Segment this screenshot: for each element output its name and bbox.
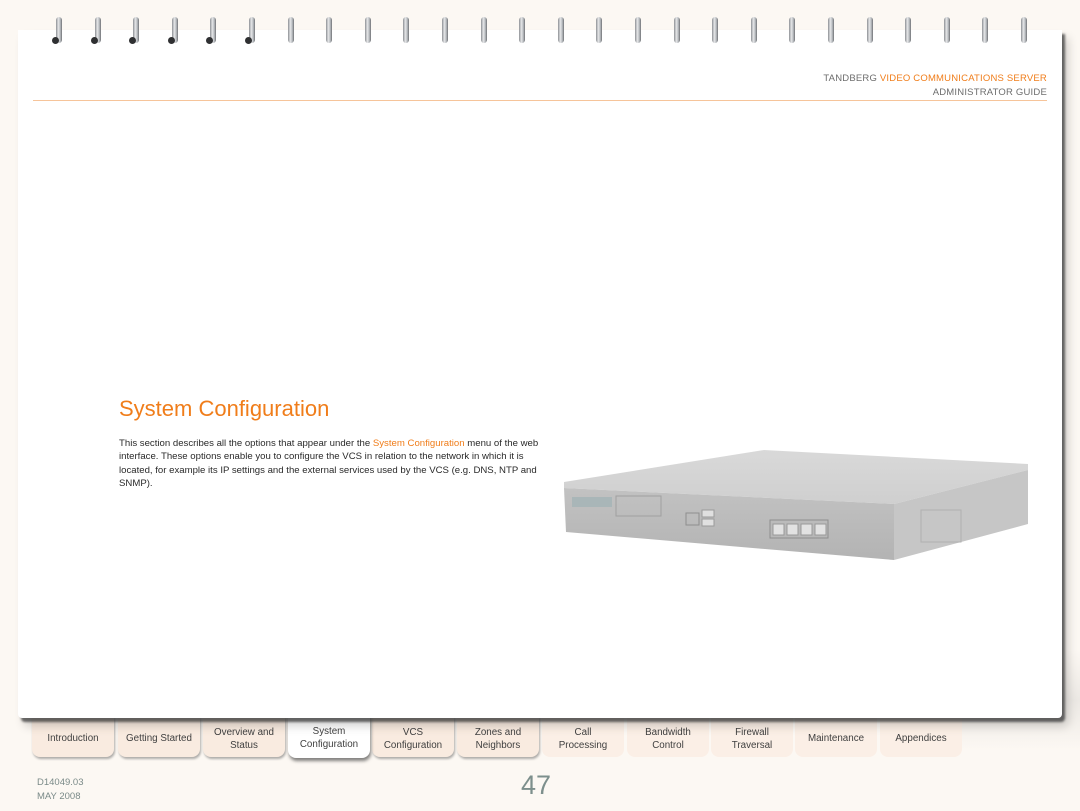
document-header: TANDBERG VIDEO COMMUNICATIONS SERVER ADM… [823, 72, 1047, 100]
spiral-ring [634, 17, 642, 45]
spiral-ring [245, 17, 256, 45]
spiral-ring [287, 17, 295, 45]
ring-loop [403, 17, 410, 43]
ring-loop [866, 17, 873, 43]
ring-loop [557, 17, 564, 43]
ring-hole [52, 37, 59, 44]
vcs-appliance-image [564, 450, 1028, 560]
ring-loop [673, 17, 680, 43]
tab-overview-and-status[interactable]: Overview and Status [203, 716, 285, 757]
lan-port [772, 523, 785, 536]
tab-label: Bandwidth Control [645, 726, 691, 751]
lan-port [786, 523, 799, 536]
spiral-ring [673, 17, 681, 45]
tab-label: Maintenance [807, 733, 865, 744]
spiral-ring [788, 17, 796, 45]
usb-port-1 [701, 509, 715, 518]
document-info: D14049.03 MAY 2008 [37, 776, 83, 804]
tab-label: Firewall Traversal [731, 726, 773, 751]
usb-port-2 [701, 518, 715, 527]
ring-hole [90, 37, 98, 44]
product-name: VIDEO COMMUNICATIONS SERVER [879, 73, 1047, 84]
lan-port [814, 523, 827, 536]
ring-loop [943, 17, 950, 43]
ring-loop [712, 17, 719, 43]
header-divider [33, 100, 1047, 101]
page-sheet [18, 30, 1062, 718]
tab-label: Zones and Neighbors [474, 726, 522, 751]
spiral-ring [325, 17, 333, 45]
tab-getting-started[interactable]: Getting Started [118, 716, 200, 757]
spiral-ring [904, 17, 912, 45]
spiral-ring [167, 17, 179, 45]
manual-page: TANDBERG VIDEO COMMUNICATIONS SERVER ADM… [0, 0, 1080, 811]
tab-introduction[interactable]: Introduction [32, 716, 114, 757]
ring-loop [1021, 17, 1027, 43]
spiral-ring [1020, 17, 1028, 45]
tab-label: Getting Started [126, 733, 192, 744]
body-text-start: This section describes all the options t… [119, 438, 373, 449]
tab-maintenance[interactable]: Maintenance [795, 716, 877, 757]
tab-label: Call Processing [558, 726, 608, 751]
lcd-display [572, 497, 612, 507]
section-title: System Configuration [119, 396, 330, 421]
spiral-ring [402, 17, 410, 45]
tab-firewall-traversal[interactable]: Firewall Traversal [711, 716, 793, 757]
spiral-ring [981, 17, 989, 45]
spiral-ring [595, 17, 603, 45]
spiral-ring [90, 17, 102, 45]
ring-loop [789, 17, 796, 43]
spiral-ring [711, 17, 719, 45]
ring-loop [905, 17, 912, 43]
page-number: 47 [521, 770, 552, 800]
tab-system-configuration[interactable]: System Configuration [288, 714, 370, 758]
tab-label: Appendices [895, 733, 947, 744]
ring-hole [167, 37, 175, 44]
spiral-ring [206, 17, 217, 45]
ring-loop [364, 17, 371, 43]
tab-vcs-configuration[interactable]: VCS Configuration [372, 716, 454, 757]
spiral-ring [364, 17, 372, 45]
tab-label: VCS Configuration [383, 726, 443, 751]
system-configuration-link[interactable]: System Configuration [373, 438, 465, 449]
tab-call-processing[interactable]: Call Processing [542, 716, 624, 757]
ring-loop [480, 17, 487, 43]
ring-loop [326, 17, 333, 43]
tab-zones-and-neighbors[interactable]: Zones and Neighbors [457, 716, 539, 757]
ring-loop [982, 17, 989, 43]
ring-loop [635, 17, 641, 43]
ring-hole [245, 37, 252, 44]
ring-loop [287, 17, 294, 43]
ring-loop [828, 17, 834, 43]
brand-line: TANDBERG VIDEO COMMUNICATIONS SERVER [823, 72, 1047, 86]
spiral-ring [750, 17, 758, 45]
tab-appendices[interactable]: Appendices [880, 716, 962, 757]
document-date: MAY 2008 [37, 791, 81, 802]
spiral-ring [480, 17, 488, 45]
ring-loop [442, 17, 448, 43]
ring-loop [519, 17, 526, 43]
spiral-ring [129, 17, 140, 45]
spiral-ring [827, 17, 835, 45]
ring-loop [750, 17, 757, 43]
brand-name: TANDBERG [823, 73, 878, 84]
tab-label: System Configuration [299, 726, 359, 750]
spiral-ring [557, 17, 565, 45]
spiral-binding [0, 17, 1080, 47]
lan-port [800, 523, 813, 536]
spiral-ring [441, 17, 449, 45]
guide-title: ADMINISTRATOR GUIDE [932, 87, 1047, 98]
ring-loop [596, 17, 603, 43]
spiral-ring [52, 17, 63, 45]
tab-label: Introduction [47, 733, 99, 744]
tab-bandwidth-control[interactable]: Bandwidth Control [627, 716, 709, 757]
spiral-ring [943, 17, 951, 45]
document-number: D14049.03 [37, 777, 84, 788]
spiral-ring [866, 17, 874, 45]
spiral-ring [518, 17, 526, 45]
section-description: This section describes all the options t… [119, 437, 544, 490]
tab-label: Overview and Status [214, 726, 274, 751]
